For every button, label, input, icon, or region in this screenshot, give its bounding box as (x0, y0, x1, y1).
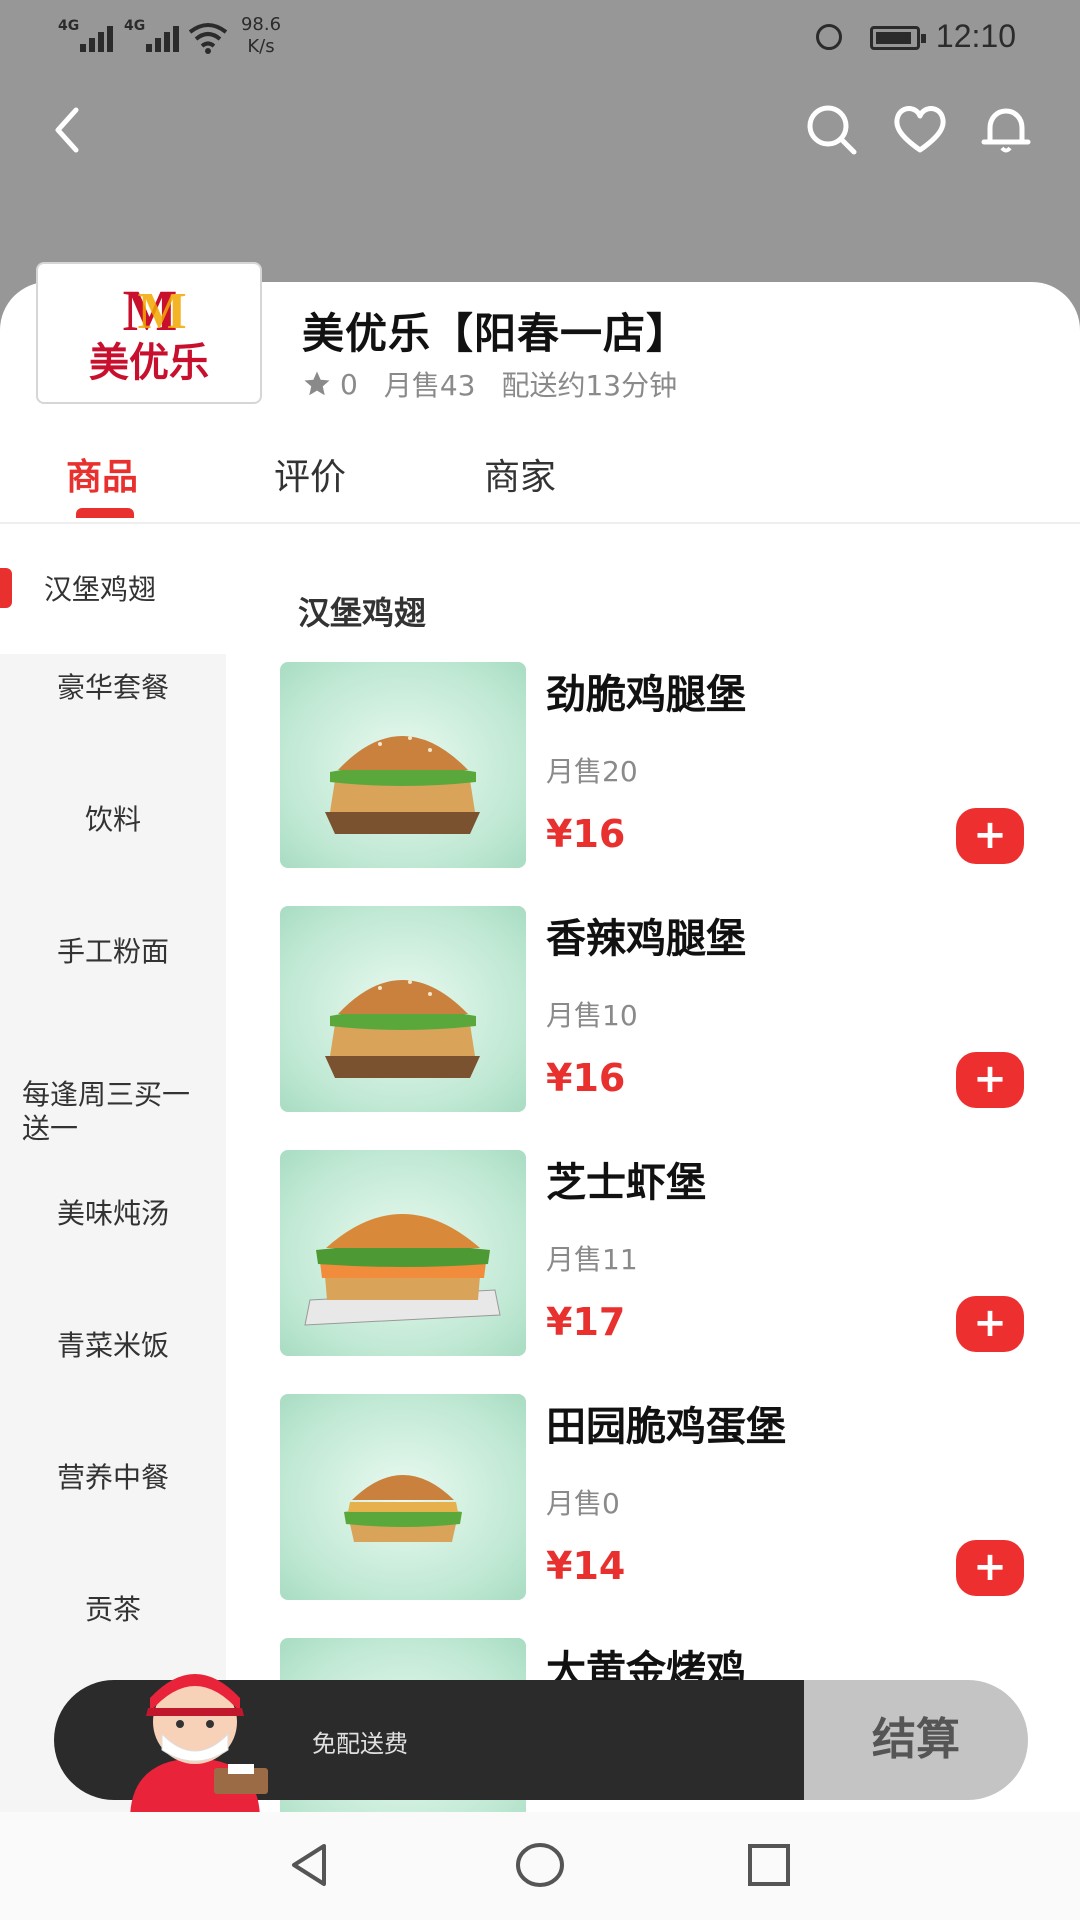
add-to-cart-button[interactable]: + (956, 1052, 1024, 1108)
shop-delivery-time: 配送约13分钟 (501, 369, 678, 402)
section-title: 汉堡鸡翅 (298, 594, 427, 632)
nav-home-icon[interactable] (514, 1840, 566, 1890)
product-item[interactable]: 香辣鸡腿堡 月售10 ¥16 + (280, 906, 1062, 1112)
shop-logo-mark: M M 美优乐 (89, 278, 209, 386)
product-name: 香辣鸡腿堡 (546, 916, 746, 962)
category-item-noodles[interactable]: 手工粉面 (0, 930, 226, 970)
category-label: 汉堡鸡翅 (44, 573, 157, 606)
shop-logo-text: 美优乐 (89, 339, 209, 386)
tab-active-indicator (76, 508, 134, 518)
category-item-chinese-meals[interactable]: 营养中餐 (0, 1456, 226, 1496)
system-nav-bar (0, 1812, 1080, 1920)
product-price: ¥16 (546, 1056, 626, 1100)
product-item[interactable]: 田园脆鸡蛋堡 月售0 ¥14 + (280, 1394, 1062, 1600)
product-price: ¥17 (546, 1300, 626, 1344)
product-name: 芝士虾堡 (546, 1160, 706, 1206)
battery-icon (870, 26, 926, 50)
product-price: ¥14 (546, 1544, 626, 1588)
nav-back-icon[interactable] (284, 1840, 334, 1890)
category-item-burgers[interactable]: 汉堡鸡翅 (0, 524, 226, 654)
product-image (280, 662, 526, 868)
shop-meta: 0 月售43 配送约13分钟 (302, 364, 703, 404)
net-speed: 98.6 K/s (236, 14, 286, 58)
product-image (280, 1394, 526, 1600)
shop-name: 美优乐【阳春一店】 (302, 309, 690, 358)
clock: 12:10 (935, 18, 1016, 54)
add-to-cart-button[interactable]: + (956, 808, 1024, 864)
category-label: 青菜米饭 (56, 1329, 169, 1362)
add-to-cart-button[interactable]: + (956, 1296, 1024, 1352)
tab-reviews[interactable]: 评价 (274, 448, 346, 500)
shop-logo: M M 美优乐 (36, 262, 262, 404)
product-monthly-sales: 月售20 (546, 755, 638, 788)
tab-merchant[interactable]: 商家 (484, 448, 556, 500)
signal-icon-2 (146, 22, 186, 52)
add-to-cart-button[interactable]: + (956, 1540, 1024, 1596)
signal-label-2: 4G (124, 18, 146, 34)
courier-mascot-icon (130, 1674, 268, 1820)
svg-text:M: M (137, 283, 186, 340)
category-active-marker (0, 568, 12, 608)
heart-icon[interactable] (890, 100, 950, 160)
status-bar: 4G 4G 98.6 K/s 12:10 (0, 0, 1080, 80)
category-label: 饮料 (84, 803, 141, 836)
product-price: ¥16 (546, 812, 626, 856)
shop-rating: 0 (340, 367, 358, 401)
alarm-icon (816, 24, 842, 50)
category-label: 贡茶 (84, 1593, 141, 1626)
product-monthly-sales: 月售11 (546, 1243, 638, 1276)
shop-tabs: 商品 评价 商家 (0, 430, 1080, 524)
search-icon[interactable] (802, 100, 862, 160)
back-icon[interactable] (36, 100, 96, 160)
category-item-veg-rice[interactable]: 青菜米饭 (0, 1324, 226, 1364)
signal-label-1: 4G (58, 18, 80, 34)
product-name: 田园脆鸡蛋堡 (546, 1404, 786, 1450)
burger-image-icon (304, 1214, 501, 1326)
nav-recents-icon[interactable] (744, 1840, 794, 1890)
bell-icon[interactable] (976, 100, 1036, 160)
burger-image-icon (325, 736, 480, 834)
product-image (280, 1150, 526, 1356)
category-label: 营养中餐 (56, 1461, 169, 1494)
category-label: 美味炖汤 (56, 1197, 169, 1230)
product-name: 劲脆鸡腿堡 (546, 672, 746, 718)
category-label: 手工粉面 (56, 935, 169, 968)
net-speed-unit: K/s (247, 36, 275, 57)
category-label: 豪华套餐 (56, 671, 169, 704)
product-image (280, 906, 526, 1112)
tab-goods[interactable]: 商品 (66, 448, 138, 500)
category-item-wednesday-promo[interactable]: 每逢周三买一送一 (0, 1078, 202, 1146)
product-monthly-sales: 月售0 (546, 1487, 620, 1520)
category-item-tea[interactable]: 贡茶 (0, 1588, 226, 1628)
category-item-drinks[interactable]: 饮料 (0, 798, 226, 838)
product-item[interactable]: 芝士虾堡 月售11 ¥17 + (280, 1150, 1062, 1356)
signal-icon-1 (80, 22, 120, 52)
product-item[interactable]: 劲脆鸡腿堡 月售20 ¥16 + (280, 662, 1062, 868)
category-sidebar: 汉堡鸡翅 豪华套餐 饮料 手工粉面 每逢周三买一送一 美味炖汤 青菜米饭 营养中… (0, 524, 226, 1824)
category-label: 每逢周三买一送一 (22, 1078, 191, 1145)
star-icon (304, 371, 330, 396)
net-speed-value: 98.6 (240, 14, 282, 35)
product-list: 汉堡鸡翅 劲脆鸡腿堡 月售20 ¥16 + 香辣鸡腿堡 月售10 ¥16 + 芝… (250, 544, 1062, 1844)
wifi-icon (188, 23, 228, 54)
product-monthly-sales: 月售10 (546, 999, 638, 1032)
burger-image-icon (325, 980, 480, 1078)
shop-monthly-sales: 月售43 (383, 369, 476, 402)
category-item-deluxe-meals[interactable]: 豪华套餐 (0, 666, 226, 706)
burger-image-icon (344, 1475, 462, 1542)
checkout-button[interactable]: 结算 (804, 1680, 1028, 1800)
category-item-soups[interactable]: 美味炖汤 (0, 1192, 226, 1232)
delivery-fee-text: 免配送费 (312, 1730, 408, 1758)
